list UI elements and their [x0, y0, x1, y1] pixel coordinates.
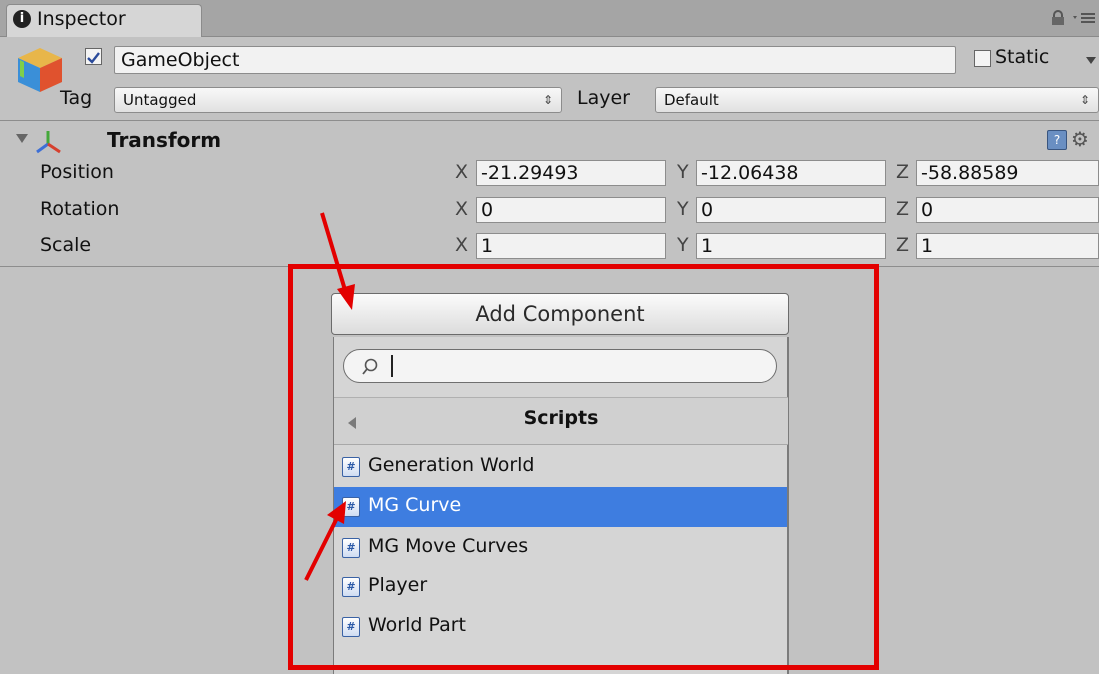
- transform-title: Transform: [107, 128, 222, 152]
- position-z-field[interactable]: -58.88589: [916, 160, 1099, 186]
- axis-x-label: X: [455, 161, 469, 183]
- scale-label: Scale: [40, 234, 92, 256]
- checkmark-icon: [87, 52, 100, 64]
- static-checkbox[interactable]: [974, 50, 991, 67]
- info-icon: i: [13, 10, 31, 28]
- foldout-arrow-icon[interactable]: [16, 134, 28, 143]
- axis-z-label: Z: [896, 198, 910, 220]
- position-x-field[interactable]: -21.29493: [476, 160, 666, 186]
- scale-x-field[interactable]: 1: [476, 233, 666, 259]
- gear-icon[interactable]: ⚙: [1071, 127, 1089, 151]
- help-icon[interactable]: ?: [1047, 130, 1067, 150]
- tab-inspector[interactable]: i Inspector: [6, 4, 202, 37]
- gameobject-cube-icon: [18, 48, 62, 92]
- rotation-x-field[interactable]: 0: [476, 197, 666, 223]
- object-name-field[interactable]: GameObject: [114, 46, 956, 74]
- tab-label: Inspector: [37, 8, 126, 30]
- layer-label: Layer: [577, 87, 630, 109]
- axis-x-label: X: [455, 234, 469, 256]
- axis-z-label: Z: [896, 234, 910, 256]
- dropdown-arrows-icon: ⇕: [1079, 93, 1090, 107]
- rotation-y-field[interactable]: 0: [696, 197, 886, 223]
- axis-z-label: Z: [896, 161, 910, 183]
- layer-value: Default: [664, 91, 719, 109]
- divider: [0, 120, 1099, 121]
- lock-icon[interactable]: [1050, 10, 1066, 26]
- rotation-z-field[interactable]: 0: [916, 197, 1099, 223]
- tag-label: Tag: [60, 87, 93, 109]
- highlight-box: [288, 264, 879, 670]
- dropdown-arrows-icon: ⇕: [542, 93, 553, 107]
- tag-dropdown[interactable]: Untagged ⇕: [114, 87, 562, 113]
- chevron-down-icon[interactable]: [1085, 55, 1097, 65]
- axis-y-label: Y: [677, 198, 689, 220]
- layer-dropdown[interactable]: Default ⇕: [655, 87, 1099, 113]
- axis-y-label: Y: [677, 234, 689, 256]
- rotation-label: Rotation: [40, 198, 120, 220]
- transform-icon: [36, 131, 61, 154]
- position-label: Position: [40, 161, 114, 183]
- active-checkbox[interactable]: [85, 48, 102, 65]
- scale-z-field[interactable]: 1: [916, 233, 1099, 259]
- axis-y-label: Y: [677, 161, 689, 183]
- static-label: Static: [995, 46, 1050, 68]
- position-y-field[interactable]: -12.06438: [696, 160, 886, 186]
- menu-icon[interactable]: [1072, 10, 1096, 26]
- axis-x-label: X: [455, 198, 469, 220]
- scale-y-field[interactable]: 1: [696, 233, 886, 259]
- tag-value: Untagged: [123, 91, 197, 109]
